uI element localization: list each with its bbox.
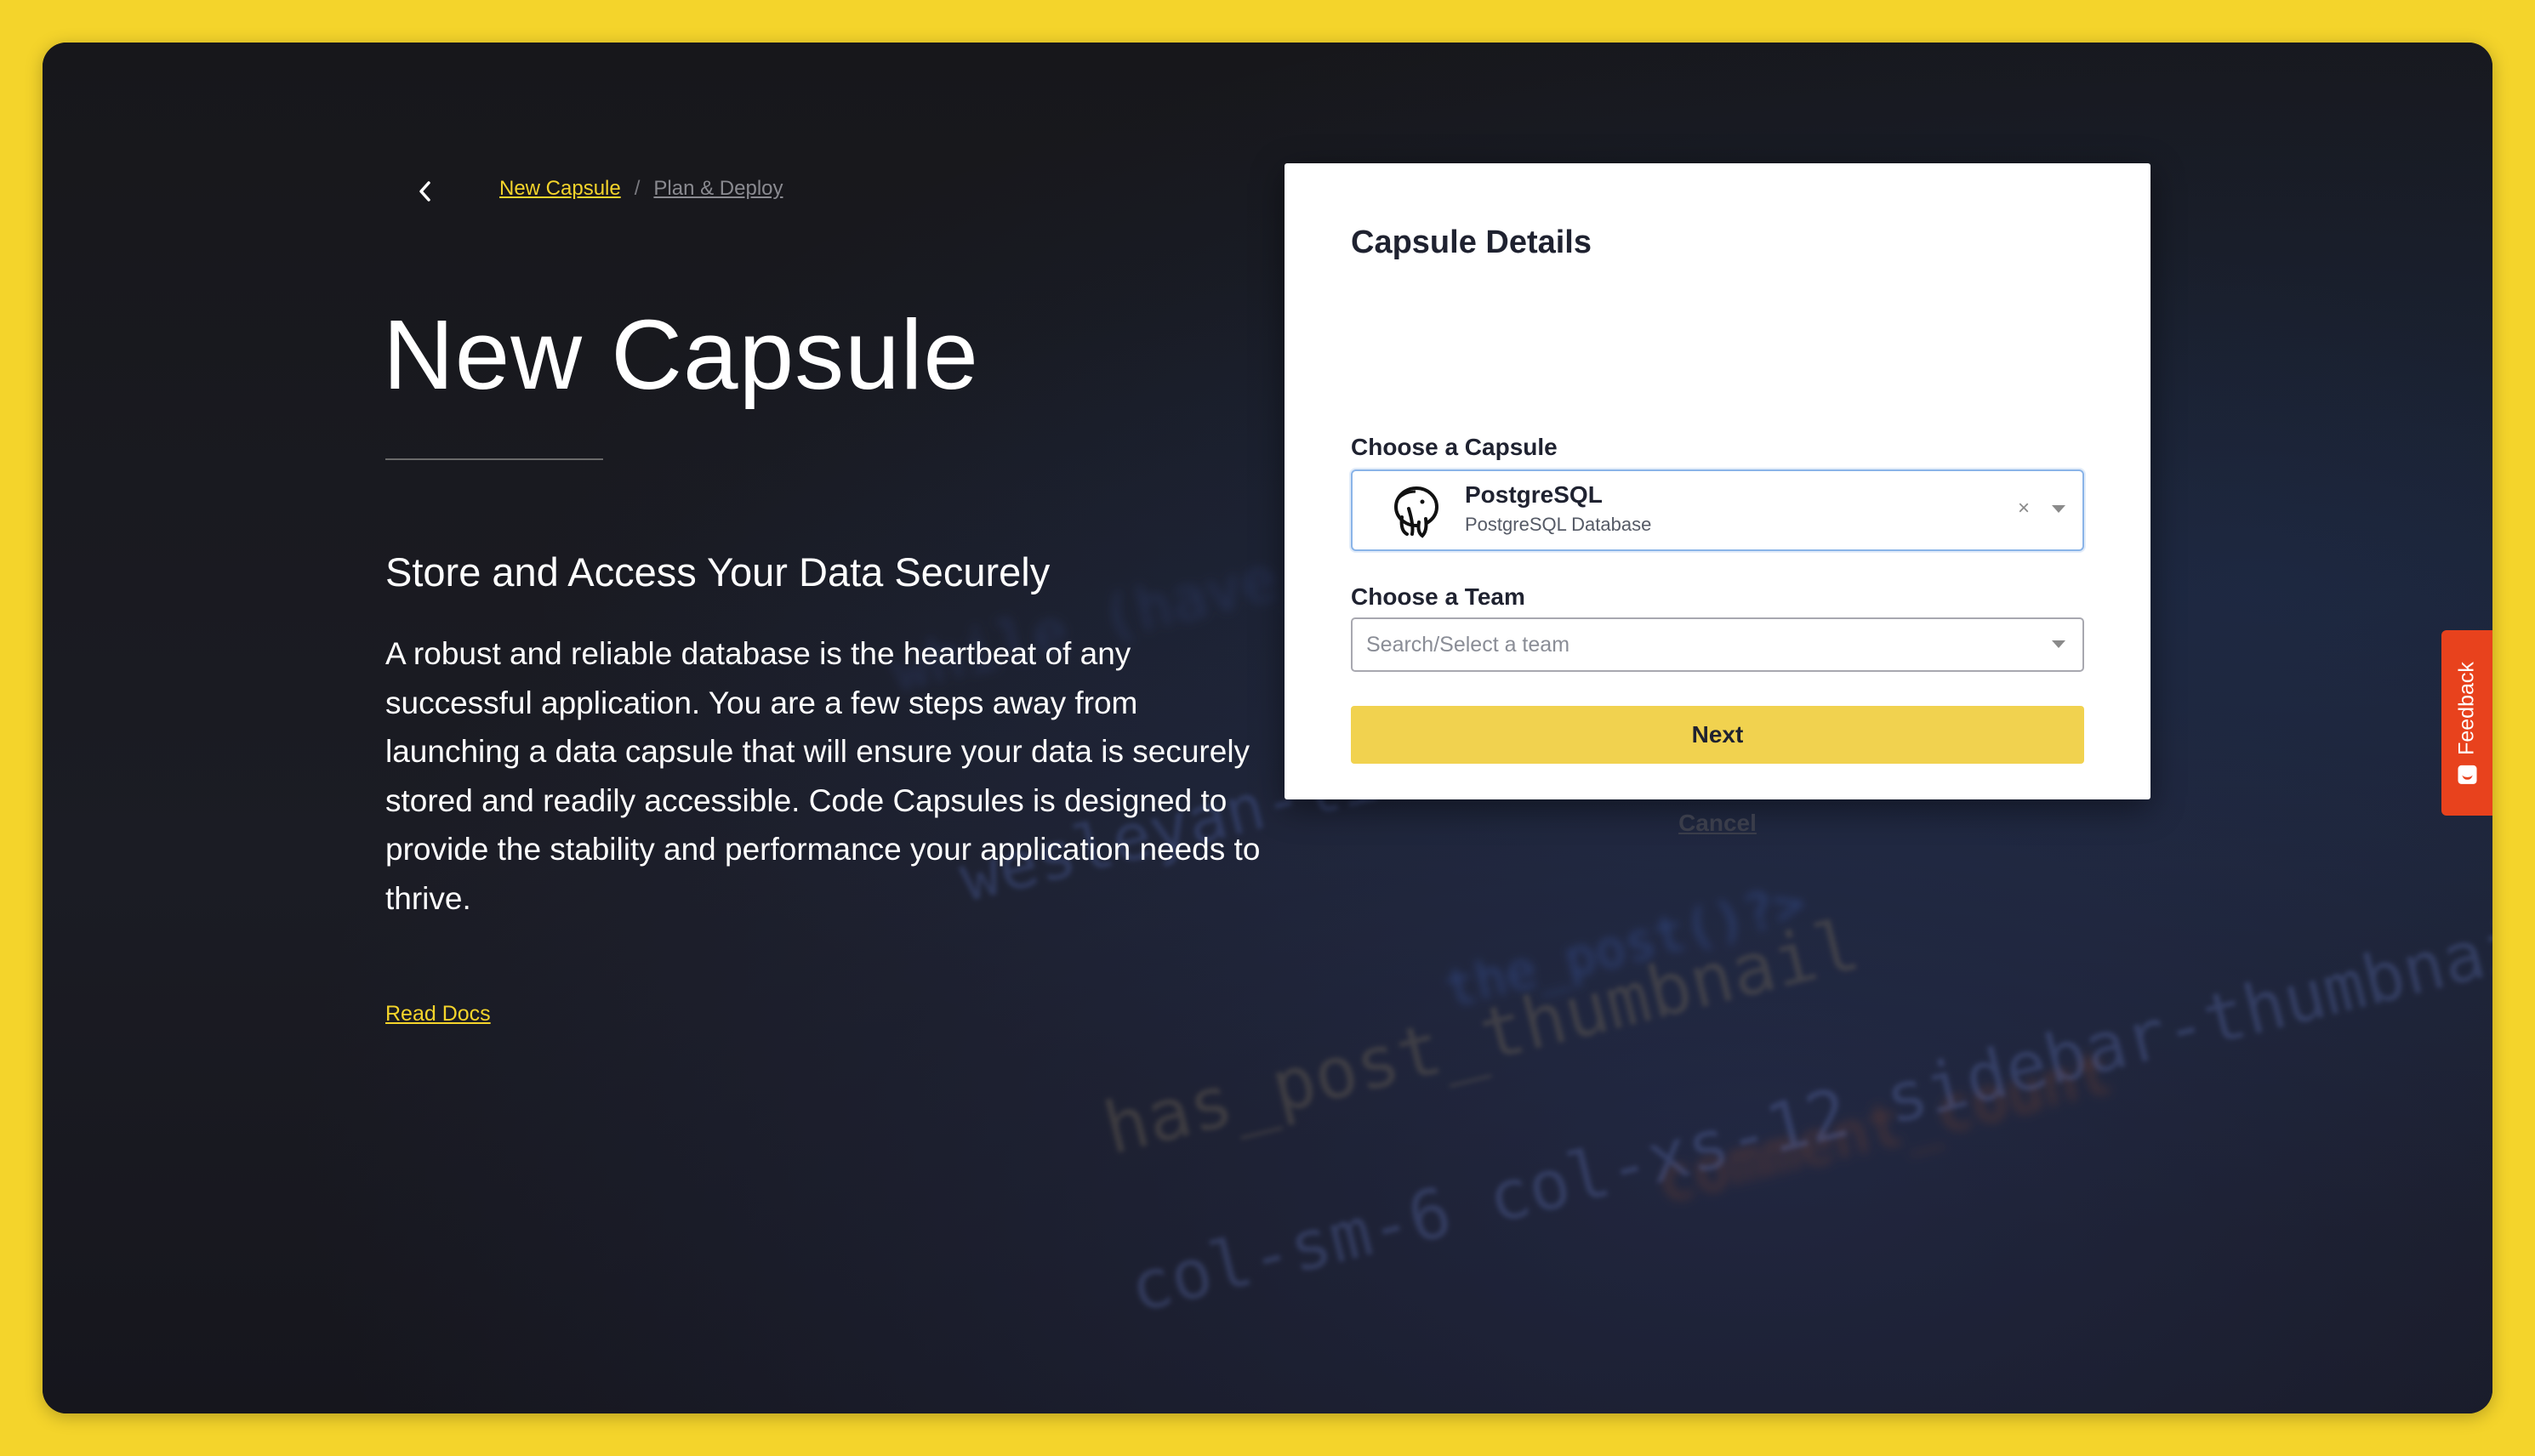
team-select[interactable]: Search/Select a team: [1351, 617, 2084, 672]
capsule-name: PostgreSQL: [1465, 481, 1603, 508]
cancel-link[interactable]: Cancel: [1285, 810, 2150, 837]
feedback-icon: [2458, 765, 2476, 784]
title-divider: [385, 458, 603, 460]
section-subtitle: Store and Access Your Data Securely: [385, 549, 1051, 594]
next-button[interactable]: Next: [1351, 706, 2084, 764]
capsule-select[interactable]: PostgreSQL PostgreSQL Database ×: [1351, 469, 2084, 551]
breadcrumb-new-capsule[interactable]: New Capsule: [499, 177, 621, 201]
capsule-details-card: Capsule Details Choose a Capsule Postgre…: [1285, 163, 2150, 836]
page-title: New Capsule: [383, 299, 979, 410]
team-select-placeholder: Search/Select a team: [1366, 633, 1570, 657]
capsule-description: PostgreSQL Database: [1465, 514, 1652, 535]
choose-team-label: Choose a Team: [1351, 583, 1525, 610]
caret-down-icon[interactable]: [2052, 640, 2065, 648]
choose-capsule-label: Choose a Capsule: [1351, 434, 1558, 460]
read-docs-link[interactable]: Read Docs: [385, 1002, 491, 1027]
app-window: while (have_posts()) wesleyan-list/edit …: [43, 43, 2492, 1413]
card-title: Capsule Details: [1351, 225, 1592, 260]
feedback-label: Feedback: [2454, 662, 2479, 755]
postgresql-elephant-icon: [1394, 486, 1438, 538]
clear-icon[interactable]: ×: [2018, 497, 2030, 520]
chevron-left-icon[interactable]: [408, 174, 442, 208]
caret-down-icon[interactable]: [2052, 505, 2065, 513]
description-text: A robust and reliable database is the he…: [385, 636, 1261, 916]
breadcrumb-plan-deploy[interactable]: Plan & Deploy: [653, 177, 783, 201]
breadcrumb-separator: /: [634, 177, 641, 200]
feedback-tab-content: Feedback: [2455, 662, 2480, 784]
feedback-tab[interactable]: Feedback: [2441, 630, 2492, 816]
breadcrumb: New Capsule / Plan & Deploy: [499, 177, 783, 201]
